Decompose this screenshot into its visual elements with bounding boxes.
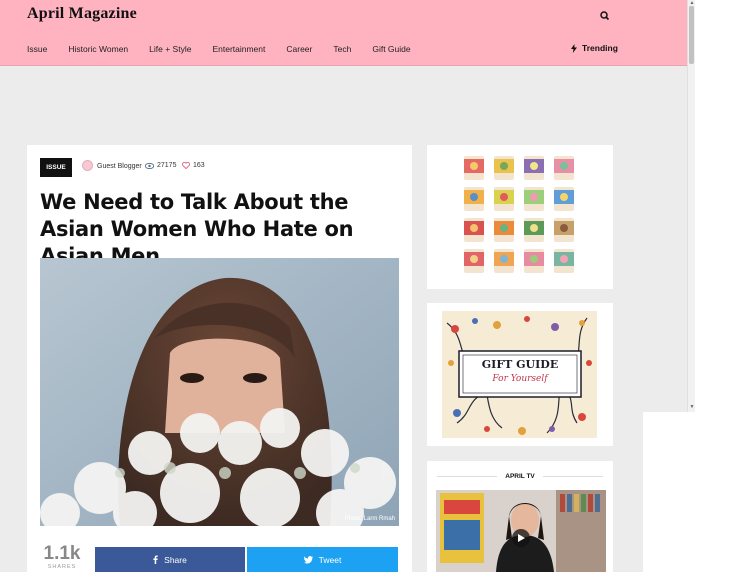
like-count[interactable]: 163 <box>182 162 205 169</box>
author-avatar[interactable] <box>82 160 93 171</box>
main-nav: Issue Historic Women Life + Style Entert… <box>27 44 432 56</box>
divider-line <box>543 476 603 477</box>
sidebar-ad-gift-guide[interactable]: GIFT GUIDE For Yourself <box>427 303 613 446</box>
facebook-share-button[interactable]: Share <box>95 547 245 572</box>
gift-guide-subtitle: For Yourself <box>492 374 548 384</box>
article-card: ISSUE Guest Blogger 27175 163 We Need to… <box>27 145 412 572</box>
site-header: April Magazine Issue Historic Women Life… <box>0 0 687 66</box>
nav-item-career[interactable]: Career <box>286 44 312 56</box>
twitter-share-label: Tweet <box>318 554 342 565</box>
share-count: 1.1k SHARES <box>40 543 84 571</box>
eye-icon <box>145 162 154 169</box>
share-count-label: SHARES <box>47 564 77 570</box>
share-count-value: 1.1k <box>43 543 81 564</box>
trending-label: Trending <box>582 43 618 53</box>
gift-guide-title: GIFT GUIDE <box>481 358 559 371</box>
nav-item-historic-women[interactable]: Historic Women <box>68 44 128 56</box>
sidebar-ad-products[interactable] <box>427 145 613 289</box>
nav-item-issue[interactable]: Issue <box>27 44 47 56</box>
scroll-down-icon[interactable]: ▼ <box>689 404 695 410</box>
view-count: 27175 <box>145 162 176 169</box>
facebook-share-label: Share <box>164 554 187 565</box>
facebook-icon <box>153 555 158 564</box>
nav-item-entertainment[interactable]: Entertainment <box>212 44 265 56</box>
author-name[interactable]: Guest Blogger <box>97 163 142 170</box>
trending-link[interactable]: Trending <box>571 43 618 53</box>
lightning-icon <box>571 43 577 53</box>
likes-value: 163 <box>193 162 205 169</box>
page-scrollbar[interactable]: ▲ ▼ <box>687 0 695 412</box>
views-value: 27175 <box>157 162 177 169</box>
category-badge[interactable]: ISSUE <box>40 158 72 177</box>
twitter-share-button[interactable]: Tweet <box>247 547 398 572</box>
heart-icon <box>182 162 190 169</box>
nav-item-life-style[interactable]: Life + Style <box>149 44 191 56</box>
site-logo[interactable]: April Magazine <box>27 5 137 23</box>
hero-image: Photo: Larm Rmah <box>40 258 399 526</box>
video-thumbnail[interactable] <box>436 490 606 572</box>
scroll-thumb[interactable] <box>689 6 694 64</box>
nav-item-tech[interactable]: Tech <box>333 44 351 56</box>
search-icon[interactable] <box>597 8 613 24</box>
photo-credit: Photo: Larm Rmah <box>344 516 395 522</box>
sidebar-april-tv: APRIL TV <box>427 461 613 572</box>
nav-item-gift-guide[interactable]: Gift Guide <box>372 44 410 56</box>
twitter-icon <box>303 555 313 563</box>
